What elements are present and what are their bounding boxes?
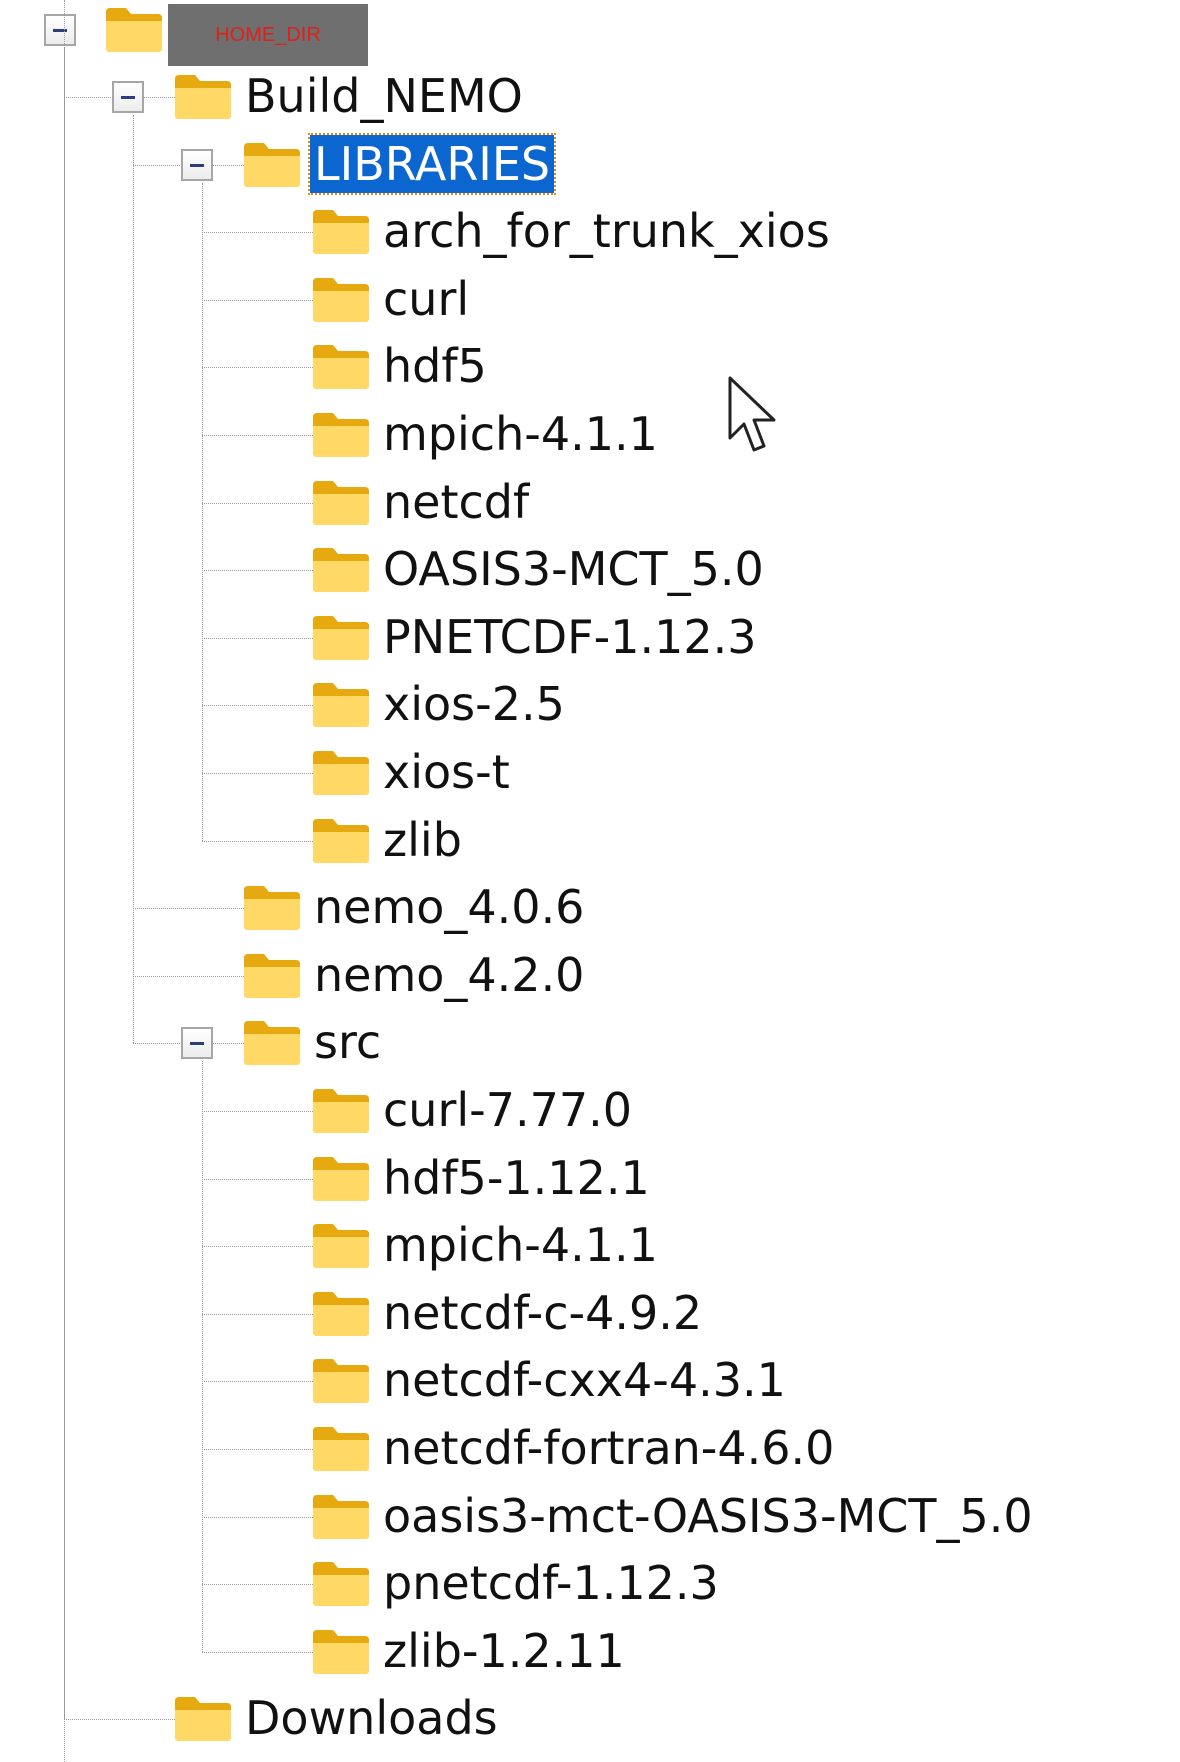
folder-label-lib-netcdf[interactable]: netcdf: [379, 473, 533, 531]
folder-icon: [244, 953, 300, 998]
folder-label-lib-hdf5[interactable]: hdf5: [379, 337, 491, 395]
tree-connector-line: [202, 570, 313, 572]
tree-connector-line: [64, 0, 65, 1762]
folder-label-src-zlib[interactable]: zlib-1.2.11: [379, 1622, 629, 1680]
tree-connector-line: [133, 115, 134, 1044]
folder-label-lib-pnetcdf[interactable]: PNETCDF-1.12.3: [379, 608, 761, 666]
folder-icon: [313, 413, 369, 457]
folder-label-lib-oasis[interactable]: OASIS3-MCT_5.0: [379, 540, 768, 598]
root-folder-label[interactable]: HOME_DIR: [168, 4, 368, 66]
folder-label-nemo406[interactable]: nemo_4.0.6: [310, 878, 588, 936]
folder-icon: [313, 1089, 369, 1133]
folder-label-src-mpich[interactable]: mpich-4.1.1: [379, 1216, 662, 1274]
folder-label-src-netcdf-cxx4[interactable]: netcdf-cxx4-4.3.1: [379, 1351, 790, 1409]
folder-icon: [313, 1291, 369, 1336]
tree-connector-line: [133, 975, 244, 977]
folder-icon: [313, 1156, 369, 1201]
folder-icon: [313, 1562, 369, 1607]
folder-label-lib-mpich[interactable]: mpich-4.1.1: [379, 405, 662, 463]
folder-icon: [313, 683, 369, 728]
folder-label-lib-curl[interactable]: curl: [379, 270, 473, 328]
folder-label-src-curl[interactable]: curl-7.77.0: [379, 1081, 636, 1139]
folder-label-build-nemo[interactable]: Build_NEMO: [241, 67, 527, 125]
folder-label-src-netcdf-c[interactable]: netcdf-c-4.9.2: [379, 1284, 706, 1342]
tree-connector-line: [202, 1516, 313, 1518]
folder-icon: [244, 142, 300, 187]
folder-label-libraries[interactable]: LIBRARIES: [307, 132, 557, 195]
tree-connector-line: [202, 1651, 313, 1653]
folder-label-downloads[interactable]: Downloads: [241, 1689, 502, 1747]
collapse-toggle-icon[interactable]: [181, 1027, 213, 1060]
collapse-toggle-icon[interactable]: [112, 81, 144, 113]
folder-label-lib-zlib[interactable]: zlib: [379, 811, 466, 869]
folder-label-src-netcdf-fortran[interactable]: netcdf-fortran-4.6.0: [379, 1419, 838, 1477]
folder-label-lib-arch[interactable]: arch_for_trunk_xios: [379, 202, 834, 260]
tree-connector-line: [202, 1584, 313, 1586]
tree-connector-line: [64, 1719, 175, 1721]
tree-connector-line: [133, 908, 244, 910]
folder-label-lib-xios25[interactable]: xios-2.5: [379, 675, 569, 733]
tree-connector-line: [202, 1449, 313, 1450]
folder-icon: [175, 1697, 231, 1742]
folder-label-nemo420[interactable]: nemo_4.2.0: [310, 946, 588, 1004]
tree-connector-line: [202, 637, 313, 639]
tree-connector-line: [202, 1111, 313, 1112]
folder-tree: HOME_DIR Build_NEMO LIBRARIES arch_for_tru…: [0, 0, 1180, 1762]
tree-connector-line: [202, 1246, 313, 1248]
tree-connector-line: [202, 299, 313, 301]
folder-label-src-oasis[interactable]: oasis3-mct-OASIS3-MCT_5.0: [379, 1487, 1037, 1545]
tree-connector-line: [202, 1381, 313, 1383]
tree-connector-line: [202, 232, 313, 234]
folder-icon: [313, 548, 369, 593]
folder-icon: [313, 1494, 369, 1539]
folder-label-src-pnetcdf[interactable]: pnetcdf-1.12.3: [379, 1554, 723, 1612]
folder-icon: [175, 75, 231, 119]
folder-label-lib-xiost[interactable]: xios-t: [379, 743, 514, 801]
tree-connector-line: [202, 705, 313, 707]
tree-connector-line: [202, 1313, 313, 1315]
folder-icon: [313, 1359, 369, 1404]
folder-icon: [313, 210, 369, 255]
tree-connector-line: [202, 1061, 203, 1652]
folder-icon: [313, 345, 369, 390]
tree-connector-line: [202, 435, 313, 436]
tree-connector-line: [202, 840, 313, 842]
folder-icon: [313, 1629, 369, 1674]
tree-connector-line: [202, 502, 313, 504]
folder-label-src[interactable]: src: [310, 1013, 385, 1071]
folder-icon: [313, 615, 369, 660]
folder-icon: [313, 751, 369, 795]
folder-label-src-hdf5[interactable]: hdf5-1.12.1: [379, 1149, 654, 1207]
tree-connector-line: [202, 773, 313, 774]
tree-connector-line: [202, 1178, 313, 1180]
tree-connector-line: [202, 367, 313, 369]
root-collapse-icon[interactable]: [44, 14, 76, 46]
folder-icon: [313, 1427, 369, 1471]
folder-icon: [313, 277, 369, 322]
folder-icon: [313, 480, 369, 525]
folder-icon: [244, 886, 300, 931]
collapse-toggle-icon[interactable]: [181, 148, 213, 181]
folder-icon: [313, 1224, 369, 1269]
folder-icon: [313, 818, 369, 863]
tree-connector-line: [202, 182, 203, 841]
folder-icon: [244, 1021, 300, 1066]
folder-icon: [106, 8, 162, 52]
